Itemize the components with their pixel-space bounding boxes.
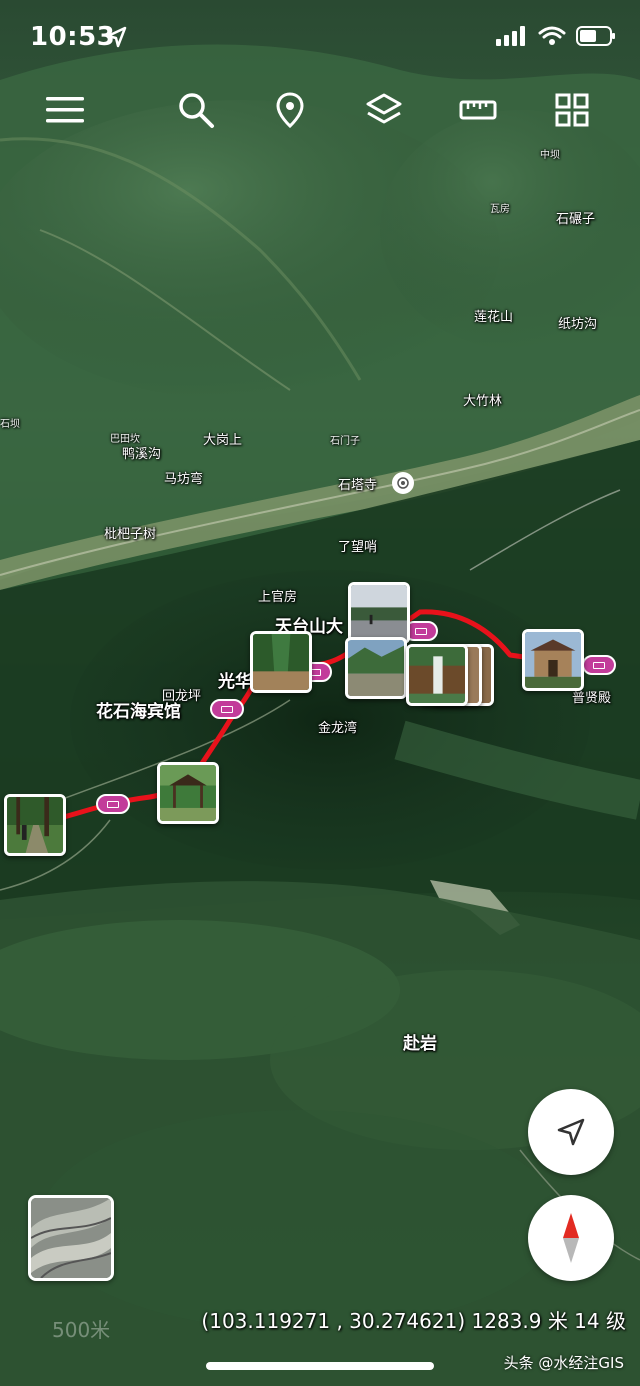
map-label-small-5: 瓦房 (490, 204, 510, 215)
compass-icon[interactable] (528, 1195, 614, 1281)
map-label-shitasi: 石塔寺 (338, 478, 378, 493)
photo-river-valley[interactable] (345, 637, 407, 699)
photo-waterfall[interactable] (406, 644, 468, 706)
map-label-shangguanfang: 上官房 (258, 590, 298, 605)
menu-icon[interactable] (37, 82, 93, 138)
map-label-mafangwan: 马坊弯 (164, 472, 204, 487)
grid-icon[interactable] (544, 82, 600, 138)
satellite-terrain-map[interactable] (0, 0, 640, 1386)
map-label-small-1: 中坝 (540, 150, 560, 161)
map-label-small-4: 石坝 (0, 419, 20, 430)
battery-icon (576, 26, 616, 50)
map-style-thumbnail[interactable] (28, 1195, 114, 1281)
navigation-arrow-icon[interactable] (528, 1089, 614, 1175)
map-label-liaowangshao: 了望哨 (338, 540, 378, 555)
watermark: 头条 @水经注GIS (503, 1354, 624, 1372)
temple-marker-icon[interactable] (392, 472, 414, 494)
route-pin-puxian[interactable] (582, 655, 616, 675)
map-label-small-2: 巴田坎 (110, 434, 140, 445)
map-label-fuyan: 赴岩 (403, 1034, 437, 1054)
layers-icon[interactable] (356, 82, 412, 138)
photo-temple-gate[interactable] (522, 629, 584, 691)
map-label-guanghua: 光华 (218, 672, 252, 692)
photo-pavilion[interactable] (157, 762, 219, 824)
hotel-pin[interactable] (210, 699, 244, 719)
map-label-yaxigou: 鸭溪沟 (122, 447, 162, 462)
coordinate-readout: (103.119271 , 30.274621) 1283.9 米 14 级 (201, 1309, 626, 1333)
map-label-dagangshang: 大岗上 (203, 433, 243, 448)
cellular-signal-icon (496, 26, 528, 50)
home-indicator[interactable] (206, 1362, 434, 1370)
map-label-shinianzi: 石碾子 (556, 212, 596, 227)
scale-label: 500米 (52, 1318, 111, 1342)
map-label-pipazishu: 枇杷子树 (104, 527, 157, 542)
map-label-lianhuashan: 莲花山 (474, 310, 514, 325)
map-label-small-3: 石门子 (330, 436, 360, 447)
photo-parking-plaza[interactable] (348, 582, 410, 644)
map-label-dazhulin: 大竹林 (463, 394, 503, 409)
map-label-zhifanggou: 纸坊沟 (558, 317, 598, 332)
photo-gorge-stream[interactable] (250, 631, 312, 693)
status-time: 10:53 (30, 22, 116, 52)
ruler-icon[interactable] (450, 82, 506, 138)
route-pin-start[interactable] (96, 794, 130, 814)
map-label-jinlongwan: 金龙湾 (318, 721, 358, 736)
status-bar: 10:53 (0, 0, 640, 78)
wifi-icon (538, 26, 566, 50)
location-pin-icon[interactable] (262, 82, 318, 138)
location-services-icon (106, 26, 128, 52)
search-icon[interactable] (168, 82, 224, 138)
top-toolbar (0, 82, 640, 138)
photo-forest-trail[interactable] (4, 794, 66, 856)
map-label-huilongping: 回龙坪 (162, 689, 202, 704)
